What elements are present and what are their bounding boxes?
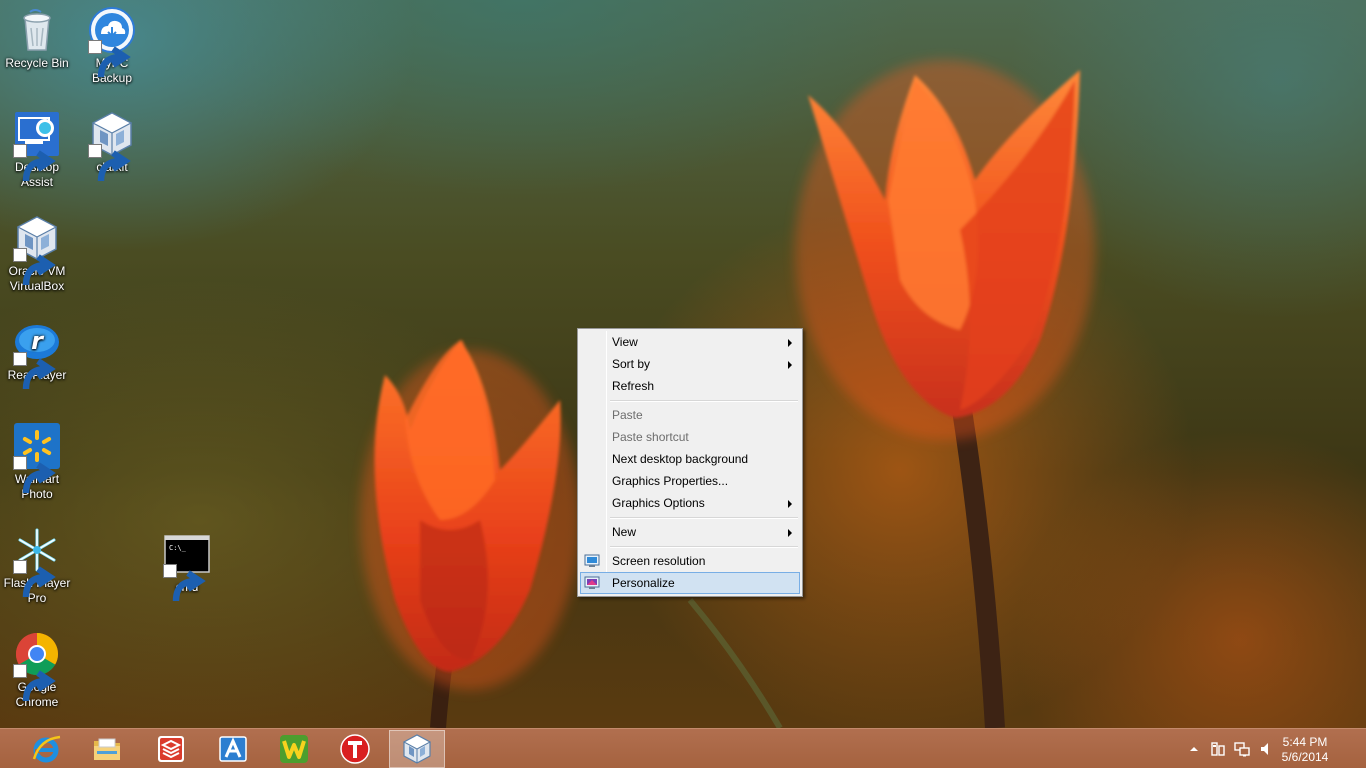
shortcut-arrow-icon <box>13 144 56 182</box>
menu-item-label: Sort by <box>612 357 651 371</box>
desktop-icon-google-chrome[interactable]: Google Chrome <box>0 630 74 710</box>
desktop-icon-realplayer[interactable]: r RealPlayer <box>0 318 74 390</box>
desktop-icon-label: Recycle Bin <box>5 56 69 70</box>
menu-item-label: Paste <box>612 408 643 422</box>
taskbar-button-internet-explorer[interactable] <box>18 730 74 768</box>
todoist-icon <box>158 736 184 762</box>
shortcut-arrow-icon <box>13 664 56 702</box>
submenu-arrow-icon <box>788 361 792 369</box>
menu-item-view[interactable]: View <box>580 331 800 353</box>
desktop-icon-flash-player-pro[interactable]: Flash Player Pro <box>0 526 74 606</box>
taskbar-button-todoist[interactable] <box>143 730 199 768</box>
menu-item-label: View <box>612 335 638 349</box>
menu-item-personalize[interactable]: Personalize <box>580 572 800 594</box>
menu-item-graphics-options[interactable]: Graphics Options <box>580 492 800 514</box>
desktop-icon-cmd[interactable]: C:\_ cmd <box>150 530 224 602</box>
menu-item-sort-by[interactable]: Sort by <box>580 353 800 375</box>
t-app-icon <box>340 734 370 764</box>
menu-separator <box>610 514 800 521</box>
menu-separator <box>610 397 800 404</box>
desktop-icon-oracle-vm-virtualbox[interactable]: Oracle VM VirtualBox <box>0 214 74 294</box>
show-hidden-icons-icon[interactable] <box>1186 741 1202 757</box>
menu-item-next-desktop-background[interactable]: Next desktop background <box>580 448 800 470</box>
submenu-arrow-icon <box>788 500 792 508</box>
action-center-icon[interactable] <box>1210 741 1226 757</box>
taskbar: 5:44 PM 5/6/2014 <box>0 728 1366 768</box>
shortcut-arrow-icon <box>13 560 56 598</box>
menu-item-label: New <box>612 525 637 539</box>
menu-item-graphics-properties[interactable]: Graphics Properties... <box>580 470 800 492</box>
personalize-icon <box>584 576 600 589</box>
w-app-icon <box>280 735 308 763</box>
a-app-icon <box>219 736 247 762</box>
clock-time: 5:44 PM <box>1282 735 1328 749</box>
menu-item-label: Graphics Properties... <box>612 474 729 488</box>
desktop-icon-recycle-bin[interactable]: Recycle Bin <box>0 6 74 71</box>
menu-item-refresh[interactable]: Refresh <box>580 375 800 397</box>
menu-item-paste: Paste <box>580 404 800 426</box>
menu-separator <box>610 543 800 550</box>
desktop-icon-clarkit[interactable]: clarkit <box>75 110 149 182</box>
menu-item-label: Graphics Options <box>612 496 705 510</box>
taskbar-button-w-app[interactable] <box>266 730 322 768</box>
shortcut-arrow-icon <box>13 456 56 494</box>
taskbar-button-t-app[interactable] <box>327 730 383 768</box>
desktop-icon-mypc-backup[interactable]: MyPC Backup <box>75 6 149 86</box>
submenu-arrow-icon <box>788 339 792 347</box>
menu-item-label: Refresh <box>612 379 655 393</box>
menu-item-label: Next desktop background <box>612 452 749 466</box>
system-tray: 5:44 PM 5/6/2014 <box>1176 729 1366 768</box>
shortcut-arrow-icon <box>163 564 206 602</box>
menu-item-screen-resolution[interactable]: Screen resolution <box>580 550 800 572</box>
menu-item-label: Paste shortcut <box>612 430 689 444</box>
menu-item-paste-shortcut: Paste shortcut <box>580 426 800 448</box>
taskbar-button-virtualbox[interactable] <box>389 730 445 768</box>
menu-item-new[interactable]: New <box>580 521 800 543</box>
shortcut-arrow-icon <box>88 40 131 78</box>
internet-explorer-icon <box>32 735 61 763</box>
screen-resolution-icon <box>584 554 600 567</box>
submenu-arrow-icon <box>788 529 792 537</box>
shortcut-arrow-icon <box>13 248 56 286</box>
shortcut-arrow-icon <box>88 144 131 182</box>
desktop-icon-desktop-assist[interactable]: Desktop Assist <box>0 110 74 190</box>
taskbar-button-file-explorer[interactable] <box>79 730 135 768</box>
network-icon[interactable] <box>1234 741 1250 757</box>
desktop-icon-walmart-photo[interactable]: Walmart Photo <box>0 422 74 502</box>
desktop-context-menu: View Sort by Refresh Paste Paste shortcu… <box>577 328 803 597</box>
menu-item-label: Screen resolution <box>612 554 706 568</box>
virtualbox-icon <box>402 734 432 764</box>
recycle-bin-icon <box>23 9 51 51</box>
clock-date: 5/6/2014 <box>1281 750 1329 764</box>
svg-text:C:\_: C:\_ <box>169 544 187 552</box>
shortcut-arrow-icon <box>13 352 56 390</box>
menu-item-label: Personalize <box>612 576 675 590</box>
taskbar-clock[interactable]: 5:44 PM 5/6/2014 <box>1270 735 1340 765</box>
file-explorer-icon <box>94 738 120 760</box>
taskbar-button-a-app[interactable] <box>205 730 261 768</box>
